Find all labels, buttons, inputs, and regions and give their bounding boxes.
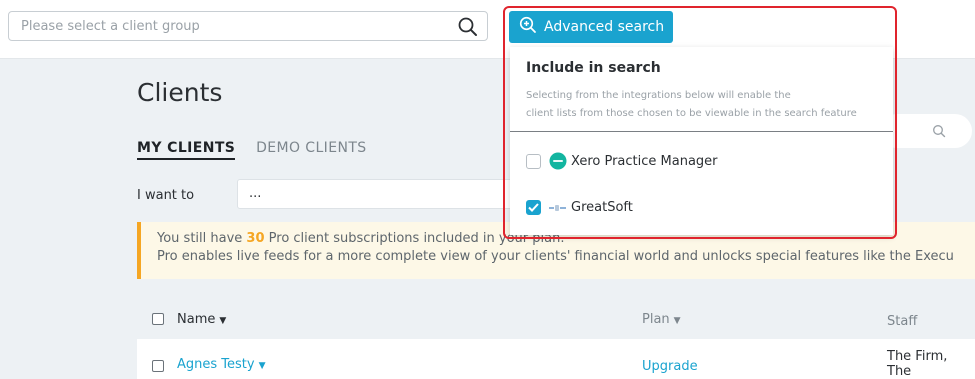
sort-caret-icon: ▼ — [219, 316, 227, 326]
client-group-input[interactable] — [9, 12, 461, 40]
search-icon[interactable] — [457, 16, 479, 38]
sort-caret-icon: ▼ — [673, 316, 681, 326]
want-to-select[interactable]: ... — [237, 179, 537, 209]
column-header-name[interactable]: Name ▼ — [177, 312, 226, 327]
staff-value: The Firm, The — [887, 349, 948, 379]
advanced-search-highlight — [503, 6, 897, 239]
tab-demo-clients[interactable]: DEMO CLIENTS — [256, 140, 366, 158]
column-plan-label: Plan — [642, 312, 670, 327]
subscription-count: 30 — [246, 231, 265, 246]
client-group-select[interactable] — [8, 11, 488, 41]
want-to-label: I want to — [137, 188, 195, 203]
column-header-plan[interactable]: Plan ▼ — [642, 312, 681, 327]
row-checkbox[interactable] — [152, 360, 164, 372]
page-title: Clients — [137, 78, 223, 107]
column-name-label: Name — [177, 312, 216, 327]
upgrade-link[interactable]: Upgrade — [642, 359, 698, 374]
client-tabs: MY CLIENTS DEMO CLIENTS — [137, 140, 383, 160]
column-header-staff: Staff — [887, 314, 918, 329]
select-all-checkbox[interactable] — [152, 313, 164, 325]
tab-my-clients[interactable]: MY CLIENTS — [137, 140, 236, 160]
banner-prefix: You still have — [157, 231, 247, 246]
banner-line-2: Pro enables live feeds for a more comple… — [157, 249, 954, 264]
